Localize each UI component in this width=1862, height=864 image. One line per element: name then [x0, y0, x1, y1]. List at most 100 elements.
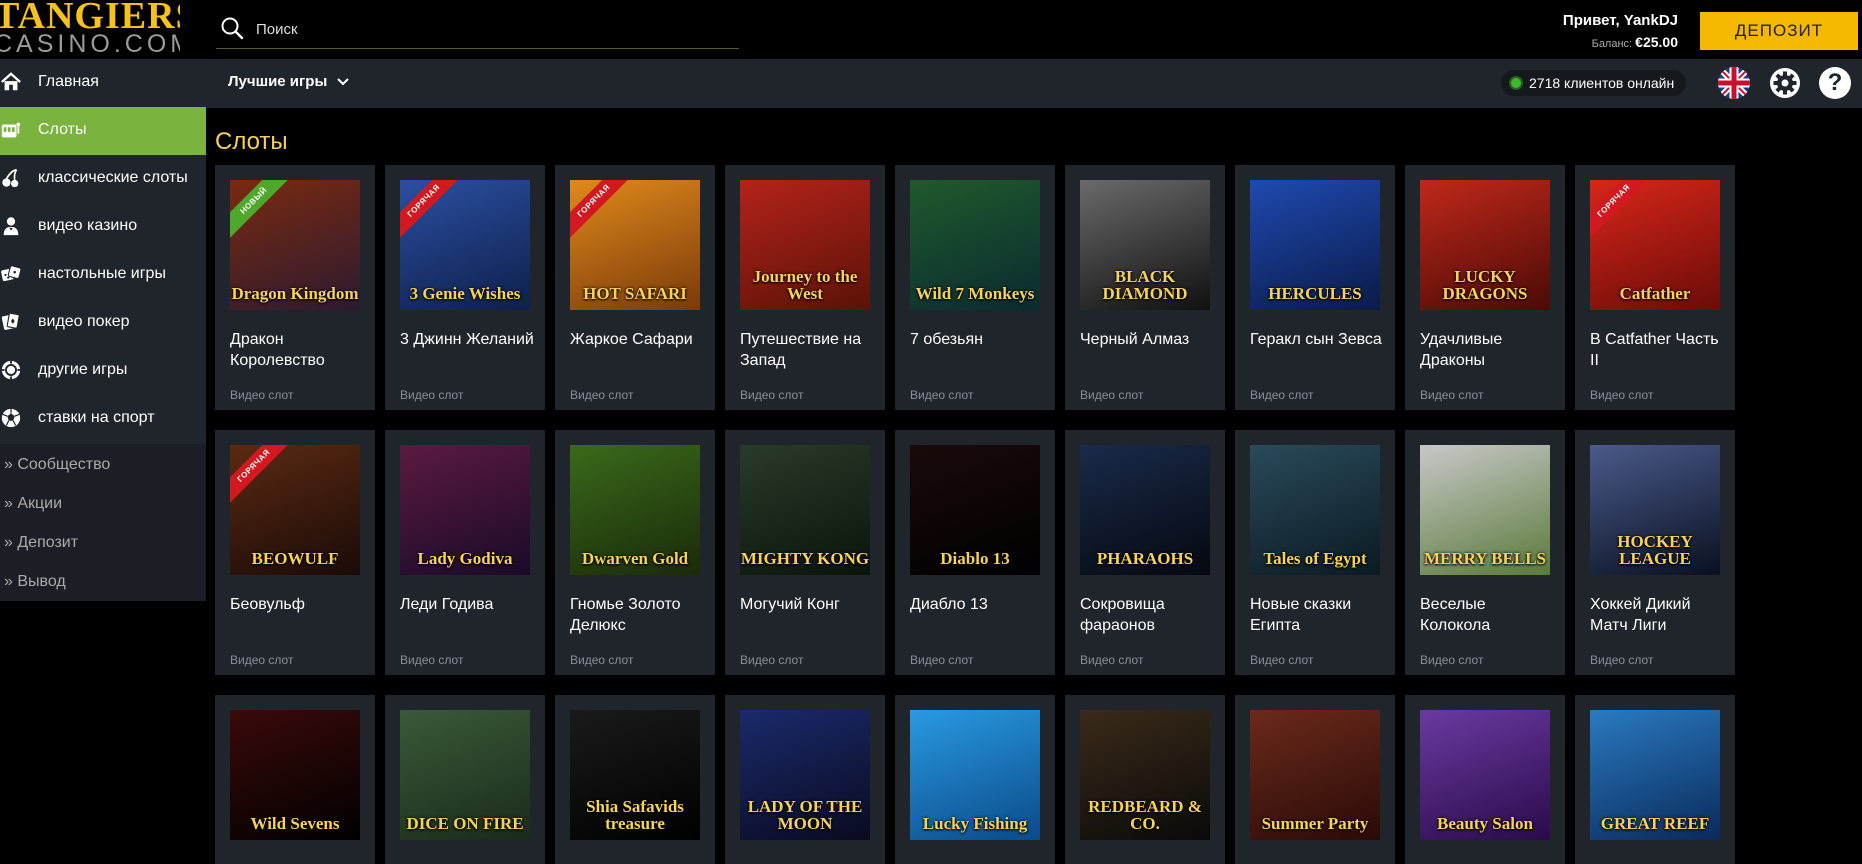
game-card[interactable]: MERRY BELLS Веселые Колокола Видео слот	[1405, 430, 1565, 675]
game-name[interactable]: Сокровища фараонов	[1080, 594, 1220, 636]
game-card[interactable]: DICE ON FIRE	[385, 695, 545, 864]
game-name[interactable]: Геракл сын Зевса	[1250, 329, 1390, 350]
game-thumbnail[interactable]: Lucky Fishing	[910, 710, 1040, 840]
game-card[interactable]: BEOWULF ГОРЯЧАЯ Беовульф Видео слот	[215, 430, 375, 675]
sidebar-link-label: Вывод	[17, 573, 66, 590]
game-card[interactable]: Summer Party	[1235, 695, 1395, 864]
game-card[interactable]: MIGHTY KONG Могучий Конг Видео слот	[725, 430, 885, 675]
game-name[interactable]: Веселые Колокола	[1420, 594, 1560, 636]
game-card[interactable]: Wild Sevens	[215, 695, 375, 864]
game-name[interactable]: Беовульф	[230, 594, 370, 615]
game-thumbnail[interactable]: HOT SAFARI ГОРЯЧАЯ	[570, 180, 700, 310]
game-name[interactable]: Хоккей Дикий Матч Лиги	[1590, 594, 1730, 636]
game-art-title: GREAT REEF	[1600, 814, 1710, 833]
game-thumbnail[interactable]: Shia Safavids treasure	[570, 710, 700, 840]
online-counter: 2718 клиентов онлайн	[1501, 70, 1687, 96]
game-card[interactable]: REDBEARD & CO.	[1065, 695, 1225, 864]
game-thumbnail[interactable]: HERCULES	[1250, 180, 1380, 310]
game-card[interactable]: HOT SAFARI ГОРЯЧАЯ Жаркое Сафари Видео слот	[555, 165, 715, 410]
game-type: Видео слот	[230, 653, 294, 667]
settings-gear-icon[interactable]	[1769, 67, 1801, 99]
game-card[interactable]: LADY OF THE MOON	[725, 695, 885, 864]
game-name[interactable]: В Catfather Часть II	[1590, 329, 1730, 371]
game-name[interactable]: Леди Годива	[400, 594, 540, 615]
casino-logo[interactable]: TANGIERS CASINO.COM	[0, 0, 180, 59]
game-card[interactable]: HERCULES Геракл сын Зевса Видео слот	[1235, 165, 1395, 410]
game-name[interactable]: Гномье Золото Делюкс	[570, 594, 710, 636]
sidebar-link-3[interactable]: » Вывод	[4, 573, 66, 591]
game-thumbnail[interactable]: Beauty Salon	[1420, 710, 1550, 840]
game-thumbnail[interactable]: BLACK DIAMOND	[1080, 180, 1210, 310]
game-name[interactable]: Диабло 13	[910, 594, 1050, 615]
game-thumbnail[interactable]: BEOWULF ГОРЯЧАЯ	[230, 445, 360, 575]
game-art-title: BEOWULF	[251, 549, 339, 568]
sidebar-item-7[interactable]: ставки на спорт	[0, 395, 206, 443]
game-thumbnail[interactable]: LADY OF THE MOON	[740, 710, 870, 840]
sidebar-item-6[interactable]: другие игры	[0, 347, 206, 395]
game-name[interactable]: Могучий Конг	[740, 594, 880, 615]
sidebar-link-2[interactable]: » Депозит	[4, 534, 78, 552]
game-thumbnail[interactable]: DICE ON FIRE	[400, 710, 530, 840]
game-card[interactable]: Wild 7 Monkeys 7 обезьян Видео слот	[895, 165, 1055, 410]
game-card[interactable]: Diablo 13 Диабло 13 Видео слот	[895, 430, 1055, 675]
sidebar-item-3[interactable]: видео казино	[0, 203, 206, 251]
game-name[interactable]: Новые сказки Египта	[1250, 594, 1390, 636]
game-card[interactable]: BLACK DIAMOND Черный Алмаз Видео слот	[1065, 165, 1225, 410]
sidebar-item-5[interactable]: видео покер	[0, 299, 206, 347]
game-card[interactable]: Lady Godiva Леди Годива Видео слот	[385, 430, 545, 675]
game-card[interactable]: PHARAOHS Сокровища фараонов Видео слот	[1065, 430, 1225, 675]
game-thumbnail[interactable]: REDBEARD & CO.	[1080, 710, 1210, 840]
game-name[interactable]: Жаркое Сафари	[570, 329, 710, 350]
game-thumbnail[interactable]: LUCKY DRAGONS	[1420, 180, 1550, 310]
help-icon[interactable]: ?	[1819, 67, 1851, 99]
game-type: Видео слот	[400, 388, 464, 402]
game-name[interactable]: 3 Джинн Желаний	[400, 329, 540, 350]
game-thumbnail[interactable]: 3 Genie Wishes ГОРЯЧАЯ	[400, 180, 530, 310]
best-games-dropdown[interactable]: Лучшие игры	[228, 73, 349, 90]
search-input[interactable]	[254, 16, 718, 42]
game-name[interactable]: Удачливые Драконы	[1420, 329, 1560, 371]
game-thumbnail[interactable]: Catfather ГОРЯЧАЯ	[1590, 180, 1720, 310]
game-thumbnail[interactable]: Summer Party	[1250, 710, 1380, 840]
sidebar-item-4[interactable]: настольные игры	[0, 251, 206, 299]
game-name[interactable]: Путешествие на Запад	[740, 329, 880, 371]
game-name[interactable]: Черный Алмаз	[1080, 329, 1220, 350]
sidebar-item-2[interactable]: классические слоты	[0, 155, 206, 203]
game-thumbnail[interactable]: GREAT REEF	[1590, 710, 1720, 840]
game-card[interactable]: Lucky Fishing	[895, 695, 1055, 864]
game-card[interactable]: Dragon Kingdom НОВЫЙ Дракон Королевство Вид…	[215, 165, 375, 410]
game-thumbnail[interactable]: Dragon Kingdom НОВЫЙ	[230, 180, 360, 310]
deposit-button[interactable]: ДЕПОЗИТ	[1700, 12, 1858, 50]
game-card[interactable]: LUCKY DRAGONS Удачливые Драконы Видео слот	[1405, 165, 1565, 410]
game-thumbnail[interactable]: Dwarven Gold	[570, 445, 700, 575]
sidebar-link-1[interactable]: » Акции	[4, 495, 62, 513]
game-thumbnail[interactable]: Tales of Egypt	[1250, 445, 1380, 575]
double-chevron-icon: »	[4, 495, 18, 512]
game-name[interactable]: 7 обезьян	[910, 329, 1050, 350]
sidebar-item-0[interactable]: Главная	[0, 59, 206, 107]
game-thumbnail[interactable]: Lady Godiva	[400, 445, 530, 575]
game-card[interactable]: Beauty Salon	[1405, 695, 1565, 864]
game-card[interactable]: GREAT REEF	[1575, 695, 1735, 864]
game-card[interactable]: Shia Safavids treasure	[555, 695, 715, 864]
game-name[interactable]: Дракон Королевство	[230, 329, 370, 371]
game-card[interactable]: Tales of Egypt Новые сказки Египта Видео с…	[1235, 430, 1395, 675]
game-card[interactable]: 3 Genie Wishes ГОРЯЧАЯ 3 Джинн Желаний Виде…	[385, 165, 545, 410]
game-thumbnail[interactable]: Wild 7 Monkeys	[910, 180, 1040, 310]
game-thumbnail[interactable]: Wild Sevens	[230, 710, 360, 840]
game-badge: ГОРЯЧАЯ	[400, 180, 465, 242]
sidebar-link-0[interactable]: » Сообщество	[4, 456, 110, 474]
game-thumbnail[interactable]: Diablo 13	[910, 445, 1040, 575]
game-card[interactable]: Journey to the West Путешествие на Запад В…	[725, 165, 885, 410]
sidebar-item-1[interactable]: Слоты	[0, 107, 206, 155]
game-thumbnail[interactable]: PHARAOHS	[1080, 445, 1210, 575]
game-card[interactable]: HOCKEY LEAGUE Хоккей Дикий Матч Лиги Видео…	[1575, 430, 1735, 675]
game-thumbnail[interactable]: MERRY BELLS	[1420, 445, 1550, 575]
game-thumbnail[interactable]: Journey to the West	[740, 180, 870, 310]
game-thumbnail[interactable]: HOCKEY LEAGUE	[1590, 445, 1720, 575]
game-card[interactable]: Catfather ГОРЯЧАЯ В Catfather Часть II Виде…	[1575, 165, 1735, 410]
game-thumbnail[interactable]: MIGHTY KONG	[740, 445, 870, 575]
uk-flag-icon[interactable]	[1718, 67, 1750, 99]
search-icon[interactable]	[220, 16, 244, 40]
game-card[interactable]: Dwarven Gold Гномье Золото Делюкс Видео сл…	[555, 430, 715, 675]
